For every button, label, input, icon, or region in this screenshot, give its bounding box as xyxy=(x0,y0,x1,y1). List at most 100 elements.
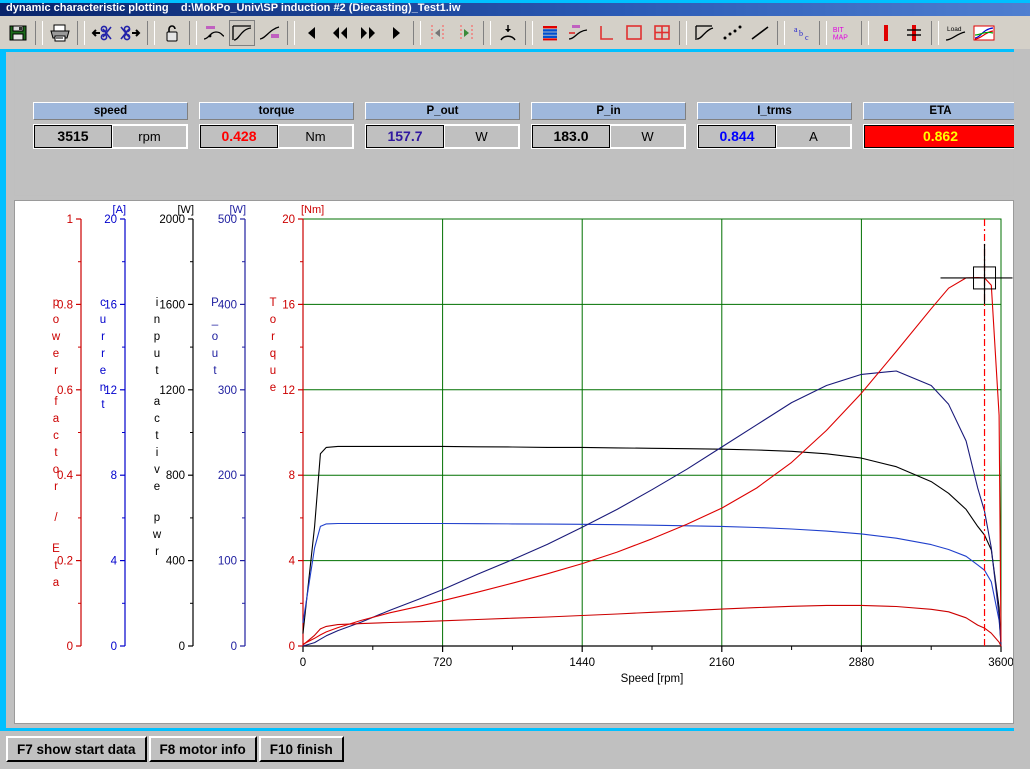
axis-title-char: o xyxy=(53,314,59,326)
axis-title-char: a xyxy=(154,396,161,408)
axis-title-char: c xyxy=(53,430,59,442)
axis-tick-label-input-active-power-axis: 1200 xyxy=(159,385,185,397)
axis-tick-label-torque-axis: 16 xyxy=(282,299,295,311)
axis-tick-label-input-active-power-axis: 1600 xyxy=(159,299,185,311)
axis-title-char: r xyxy=(155,546,159,558)
legend-button[interactable] xyxy=(537,19,563,46)
background-window-content xyxy=(1014,49,1030,731)
fast-forward-button[interactable] xyxy=(355,19,381,46)
snap-point-button[interactable] xyxy=(495,19,521,46)
axis-tick-label-torque-axis: 0 xyxy=(289,641,295,653)
red-bar-icon xyxy=(884,24,888,41)
toolbar-separator xyxy=(77,20,85,45)
readout-unit: A xyxy=(776,125,851,148)
axis-tick-label-input-active-power-axis: 2000 xyxy=(159,214,185,226)
axis-title-char: n xyxy=(154,314,160,326)
readout-values: 157.7 W xyxy=(365,124,520,149)
vertical-bar-marker-button[interactable] xyxy=(901,19,927,46)
line-style-button[interactable] xyxy=(691,19,717,46)
axis-tick-label-current-axis: 8 xyxy=(111,470,117,482)
straight-line-button[interactable] xyxy=(747,19,773,46)
cut-left-button[interactable] xyxy=(89,19,115,46)
axis-title-char: w xyxy=(51,331,61,343)
axis-tick-label-power-factor-eta-axis: 0 xyxy=(67,641,73,653)
axis-title-char: e xyxy=(270,382,276,394)
axis-tick-label-power-factor-eta-axis: 1 xyxy=(67,214,73,226)
print-button[interactable] xyxy=(47,19,73,46)
marker-curve-button[interactable] xyxy=(201,19,227,46)
toolbar-separator xyxy=(931,20,939,45)
axis-tick-label-current-axis: 20 xyxy=(104,214,117,226)
plot-preview-button[interactable] xyxy=(971,19,997,46)
bitmap-icon: BIT MAP xyxy=(833,27,848,41)
axis-title-char: T xyxy=(269,297,276,309)
grid-button[interactable] xyxy=(649,19,675,46)
readout-i-trms: I_trms 0.844 A xyxy=(697,102,852,149)
curve-frame-button[interactable] xyxy=(229,19,255,46)
readout-value: 0.844 xyxy=(698,125,776,148)
cursor-right-button[interactable] xyxy=(453,19,479,46)
dotted-line-icon xyxy=(723,25,742,39)
axes-corner-button[interactable] xyxy=(593,19,619,46)
cut-right-button[interactable] xyxy=(117,19,143,46)
dotted-line-button[interactable] xyxy=(719,19,745,46)
x-axis-tick-label: 2880 xyxy=(849,657,875,669)
axis-title-char: a xyxy=(53,413,60,425)
lock-button[interactable] xyxy=(159,19,185,46)
axis-marker-button[interactable] xyxy=(565,19,591,46)
curve-frame-icon xyxy=(232,24,252,41)
legend-bars-icon xyxy=(543,25,557,40)
axis-title-char: t xyxy=(155,430,159,442)
save-button[interactable] xyxy=(5,19,31,46)
axis-unit-torque-axis: [Nm] xyxy=(301,204,324,216)
readout-unit: W xyxy=(610,125,685,148)
readout-unit: Nm xyxy=(278,125,353,148)
readout-values: 183.0 W xyxy=(531,124,686,149)
fast-back-button[interactable] xyxy=(327,19,353,46)
axis-tick-label-p-out-axis: 200 xyxy=(218,470,237,482)
printer-icon xyxy=(50,24,70,41)
triangle-right-icon xyxy=(393,26,400,39)
load-curve-button[interactable]: Load xyxy=(943,19,969,46)
axis-title-char: p xyxy=(154,512,160,524)
straight-line-icon xyxy=(751,25,769,40)
f8-motor-info[interactable]: F8 motor info xyxy=(148,736,257,762)
axis-title-char: P xyxy=(211,297,219,309)
axis-title-char: v xyxy=(154,464,160,476)
readout-values: 0.862 xyxy=(863,124,1018,149)
axis-tick-label-power-factor-eta-axis: 0.6 xyxy=(57,385,73,397)
cursor-left-button[interactable] xyxy=(425,19,451,46)
axis-tick-label-torque-axis: 4 xyxy=(289,556,296,568)
axis-marker-icon xyxy=(568,24,588,40)
readout-values: 0.844 A xyxy=(697,124,852,149)
chart-panel[interactable]: 0 0.2 0.4 0.6 0.8 1 p o w e r f a c t o r / Et a [A] 0 4 8 12 16 2… xyxy=(14,200,1014,724)
vertical-bar-button[interactable] xyxy=(873,19,899,46)
axis-title-char: i xyxy=(156,447,159,459)
x-axis-tick-label: 0 xyxy=(300,657,306,669)
main-frame: speed 3515 rpm torque 0.428 Nm P_out 157.7 W P_in… xyxy=(0,49,1030,731)
axis-title-char: t xyxy=(54,447,58,459)
step-forward-button[interactable] xyxy=(383,19,409,46)
snap-point-icon xyxy=(500,24,516,40)
svg-text:a: a xyxy=(794,25,798,34)
f7-show-start-data[interactable]: F7 show start data xyxy=(6,736,147,762)
bitmap-button[interactable]: BIT MAP xyxy=(831,19,857,46)
axis-title-char: r xyxy=(101,331,105,343)
plot-box-button[interactable] xyxy=(621,19,647,46)
chart-series-input-active-pwr xyxy=(302,445,1002,647)
axis-title-char: c xyxy=(154,413,160,425)
curve-label-button[interactable] xyxy=(257,19,283,46)
background-window-sliver xyxy=(1014,49,1030,731)
title-app-name: dynamic characteristic plotting xyxy=(6,2,169,14)
step-back-button[interactable] xyxy=(299,19,325,46)
scissors-left-icon xyxy=(91,25,112,40)
svg-text:Load: Load xyxy=(947,26,962,33)
axis-tick-label-current-axis: 16 xyxy=(104,299,117,311)
readout-eta: ETA 0.862 xyxy=(863,102,1018,149)
characteristic-curves-chart[interactable]: 00.20.40.60.81powerfactor/Eta[A]04812162… xyxy=(15,201,1013,723)
text-abc-button[interactable]: a b c xyxy=(789,19,815,46)
f10-finish[interactable]: F10 finish xyxy=(258,736,344,762)
readout-values: 0.428 Nm xyxy=(199,124,354,149)
plot-preview-icon xyxy=(973,25,995,40)
cyan-top-strip xyxy=(0,0,1030,3)
